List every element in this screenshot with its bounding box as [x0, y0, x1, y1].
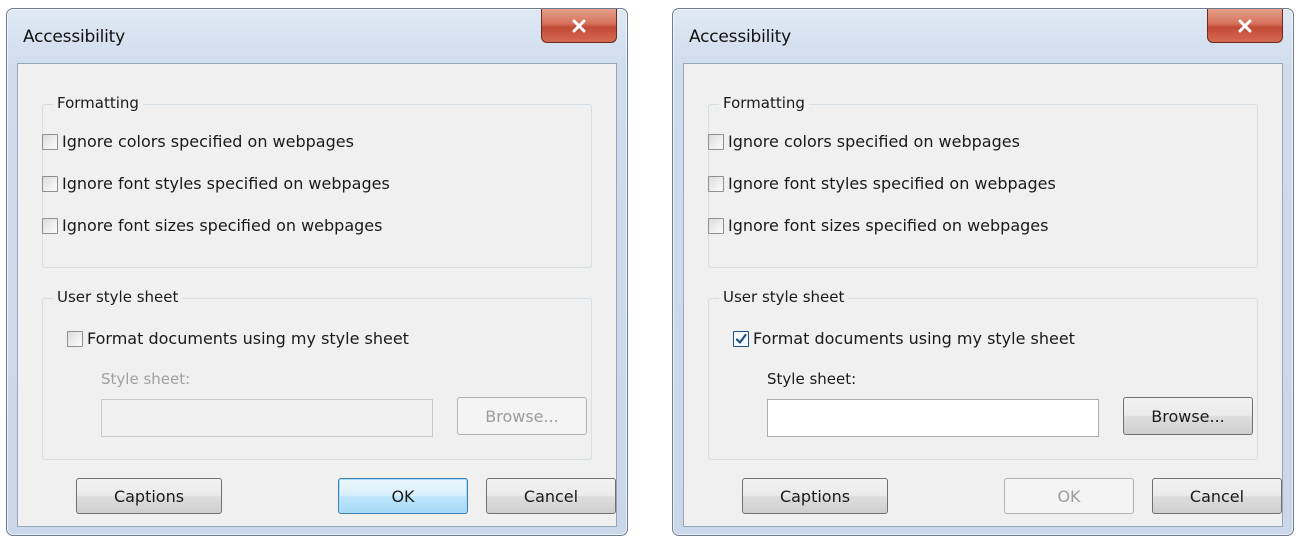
format-documents-checkbox[interactable] — [67, 330, 83, 347]
close-icon — [1238, 19, 1252, 32]
ignore-font-styles-option[interactable]: Ignore font styles specified on webpages — [42, 174, 390, 193]
ignore-colors-option[interactable]: Ignore colors specified on webpages — [708, 132, 1020, 151]
ok-button[interactable]: OK — [1004, 478, 1134, 514]
ignore-font-styles-checkbox[interactable] — [42, 175, 58, 192]
formatting-group-label: Formatting — [53, 94, 143, 112]
ignore-font-sizes-option[interactable]: Ignore font sizes specified on webpages — [708, 216, 1048, 235]
close-icon — [572, 19, 586, 32]
format-documents-option[interactable]: Format documents using my style sheet — [733, 329, 1075, 348]
user-style-sheet-group: User style sheet Format documents using … — [42, 288, 592, 460]
style-sheet-label: Style sheet: — [101, 370, 191, 388]
captions-button[interactable]: Captions — [742, 478, 888, 514]
ignore-font-styles-checkbox[interactable] — [708, 175, 724, 192]
format-documents-option[interactable]: Format documents using my style sheet — [67, 329, 409, 348]
formatting-group-label: Formatting — [719, 94, 809, 112]
close-button[interactable] — [1207, 9, 1283, 43]
accessibility-dialog: Accessibility Formatting Ignore colors s… — [6, 8, 628, 536]
style-sheet-label: Style sheet: — [767, 370, 857, 388]
format-documents-label: Format documents using my style sheet — [87, 329, 409, 348]
ignore-colors-checkbox[interactable] — [708, 133, 724, 150]
dialog-title: Accessibility — [23, 27, 126, 47]
user-style-sheet-group: User style sheet Format documents using … — [708, 288, 1258, 460]
ok-button[interactable]: OK — [338, 478, 468, 514]
ignore-colors-option[interactable]: Ignore colors specified on webpages — [42, 132, 354, 151]
style-sheet-input[interactable] — [767, 399, 1099, 437]
browse-button[interactable]: Browse... — [457, 397, 587, 435]
user-style-sheet-group-label: User style sheet — [719, 288, 849, 306]
browse-button[interactable]: Browse... — [1123, 397, 1253, 435]
dialog-content: Formatting Ignore colors specified on we… — [17, 63, 617, 527]
accessibility-dialog: Accessibility Formatting Ignore colors s… — [672, 8, 1294, 536]
ignore-colors-label: Ignore colors specified on webpages — [728, 132, 1020, 151]
ignore-colors-checkbox[interactable] — [42, 133, 58, 150]
ignore-font-styles-option[interactable]: Ignore font styles specified on webpages — [708, 174, 1056, 193]
dialog-content: Formatting Ignore colors specified on we… — [683, 63, 1283, 527]
dialog-title: Accessibility — [689, 27, 792, 47]
cancel-button[interactable]: Cancel — [1152, 478, 1282, 514]
user-style-sheet-group-label: User style sheet — [53, 288, 183, 306]
ignore-font-sizes-label: Ignore font sizes specified on webpages — [62, 216, 383, 235]
ignore-font-styles-label: Ignore font styles specified on webpages — [62, 174, 390, 193]
close-button[interactable] — [541, 9, 617, 43]
style-sheet-input[interactable] — [101, 399, 433, 437]
captions-button[interactable]: Captions — [76, 478, 222, 514]
ignore-font-sizes-option[interactable]: Ignore font sizes specified on webpages — [42, 216, 382, 235]
ignore-colors-label: Ignore colors specified on webpages — [62, 132, 354, 151]
ignore-font-styles-label: Ignore font styles specified on webpages — [728, 174, 1056, 193]
ignore-font-sizes-checkbox[interactable] — [708, 217, 724, 234]
checkmark-icon — [735, 333, 747, 344]
format-documents-checkbox[interactable] — [733, 330, 749, 347]
cancel-button[interactable]: Cancel — [486, 478, 616, 514]
ignore-font-sizes-checkbox[interactable] — [42, 217, 58, 234]
format-documents-label: Format documents using my style sheet — [753, 329, 1075, 348]
ignore-font-sizes-label: Ignore font sizes specified on webpages — [728, 216, 1049, 235]
